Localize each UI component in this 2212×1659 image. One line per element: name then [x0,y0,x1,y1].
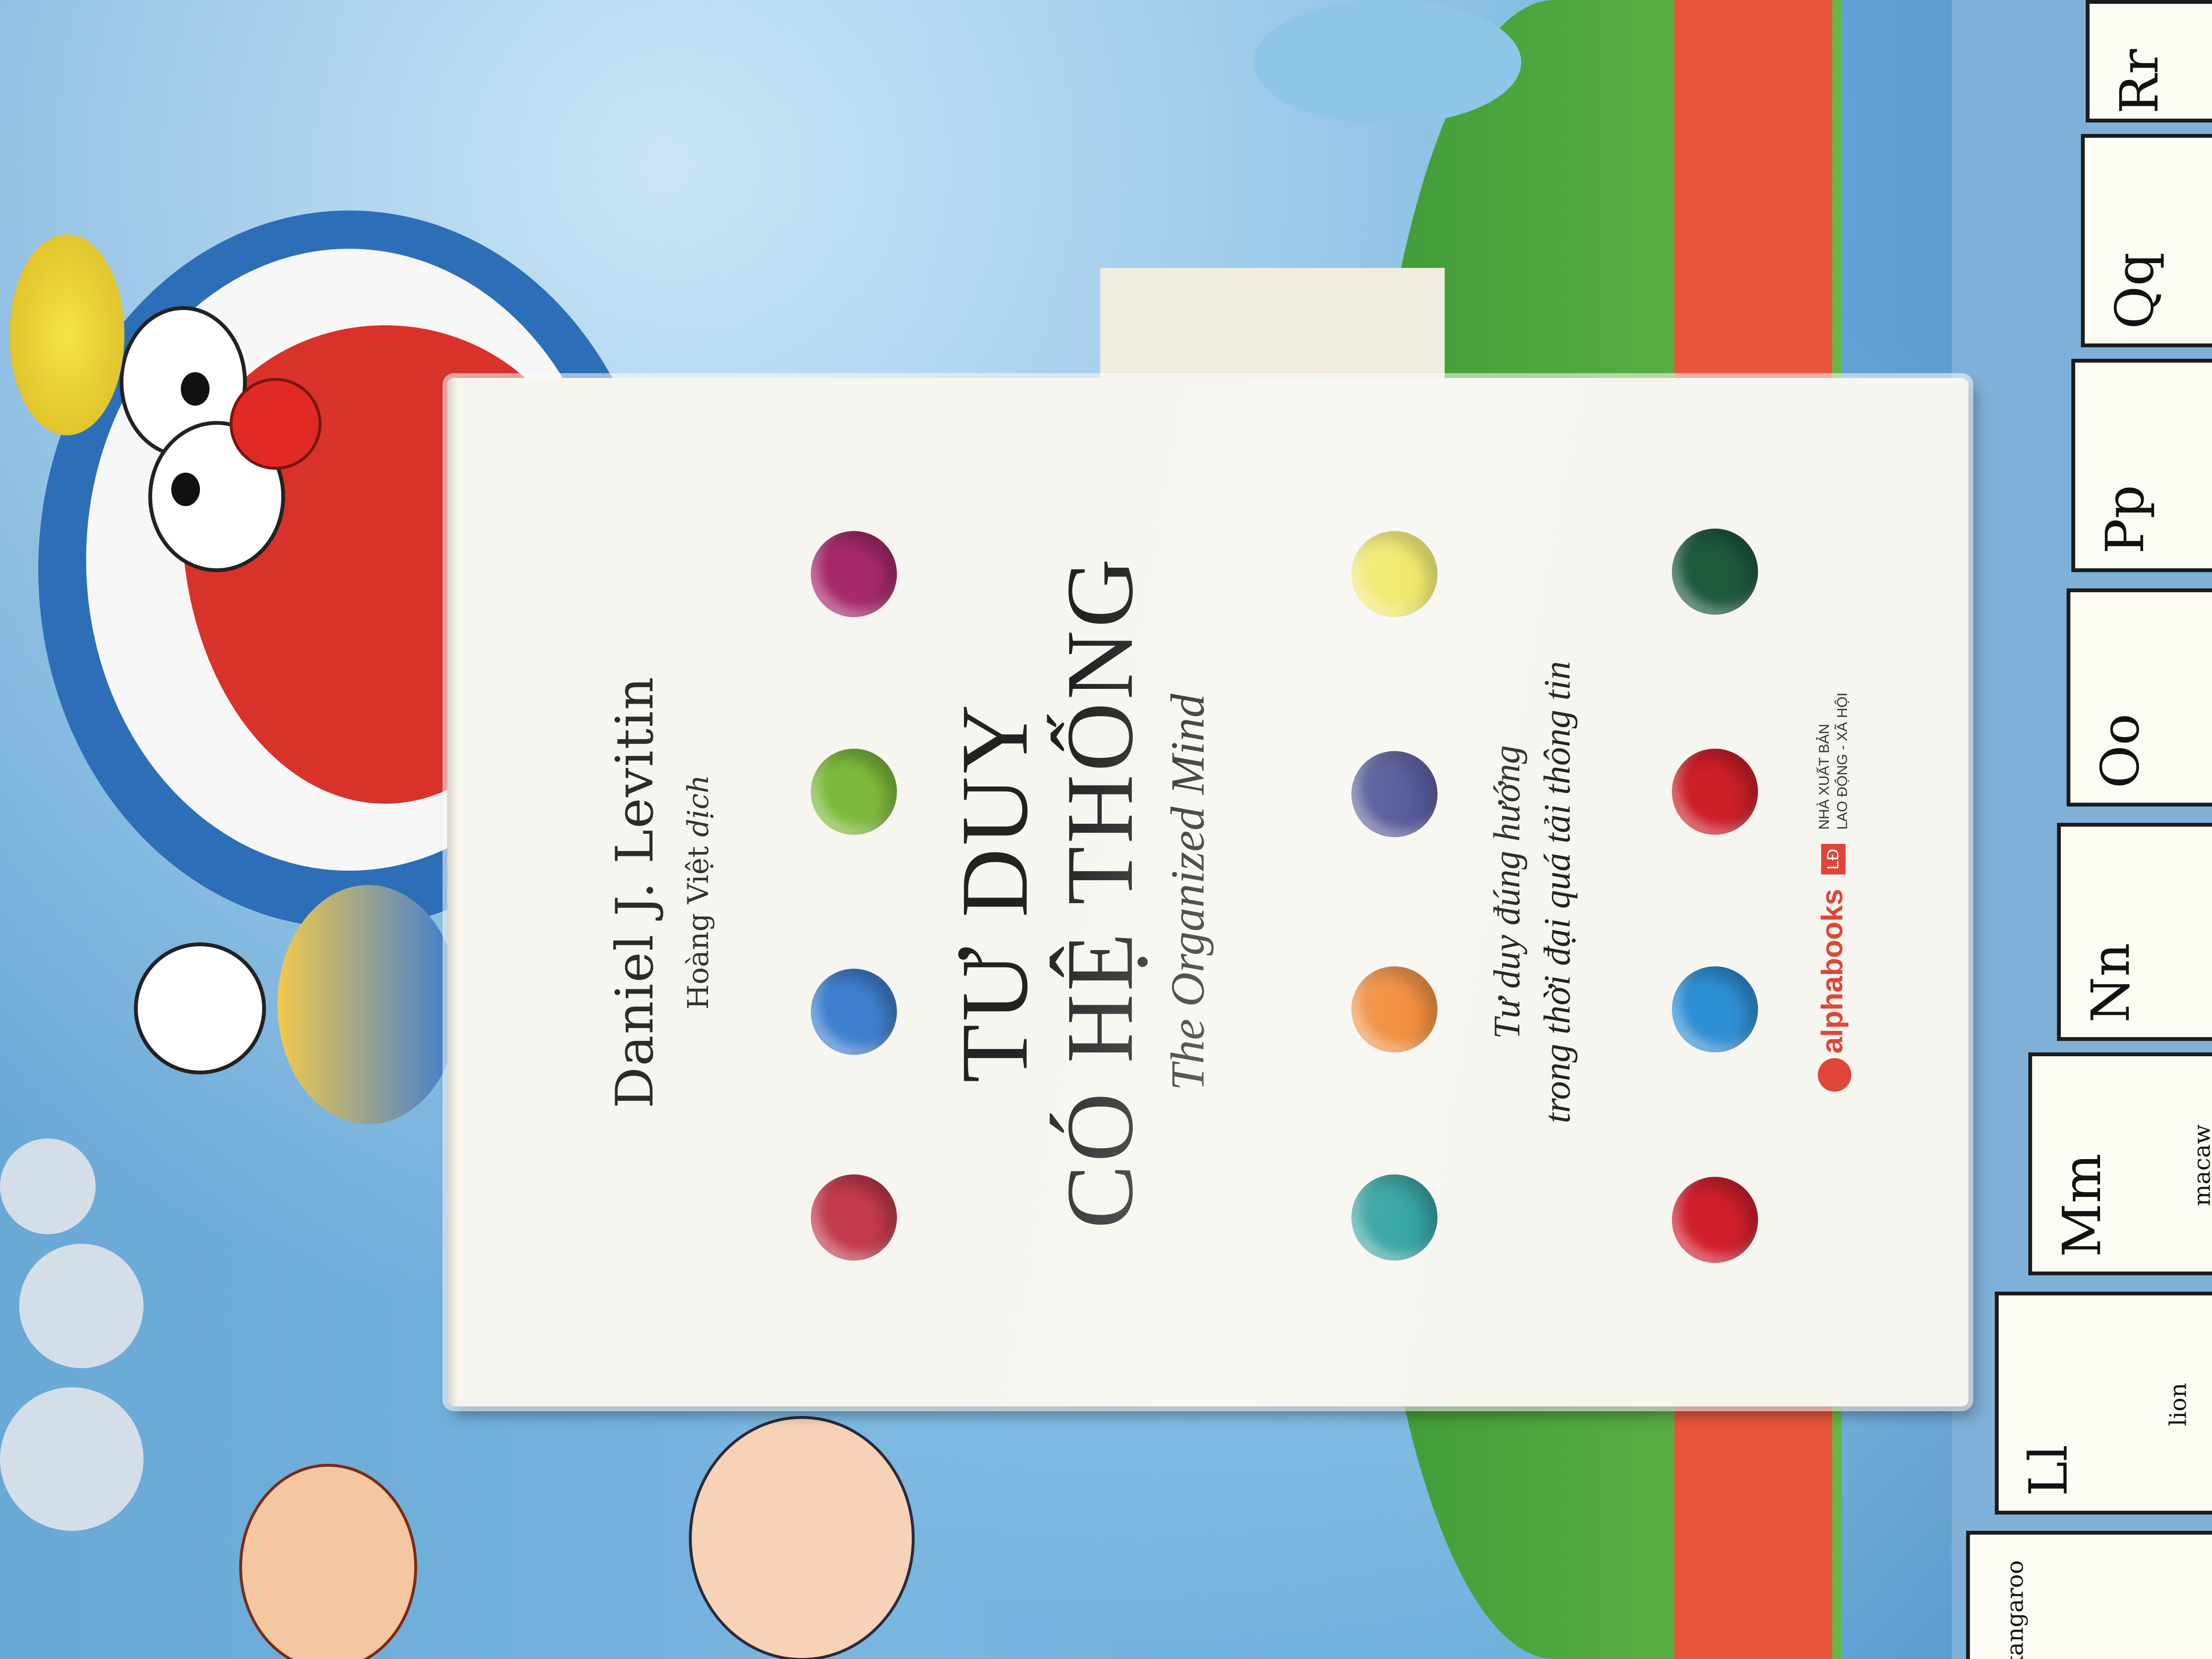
card-letter: Rr [2109,49,2170,114]
color-dot [811,1174,897,1261]
color-dot [811,969,897,1055]
color-dot [1672,1177,1758,1263]
color-dot [1351,1174,1438,1261]
cover-content: Daniel J. Levitin Hoàng Việt dịch TƯ DUY… [447,378,1969,1406]
cloud [0,1139,96,1234]
color-dot [1351,531,1438,617]
card-letter: Nn [2080,942,2141,1023]
card-word: lion [2165,1382,2192,1427]
cartoon-girl [239,1464,417,1659]
alphabet-card: Rr [2086,0,2212,122]
book-title-line-2: CÓ HỆ THỐNG [1047,555,1153,1229]
alphabooks-logo-icon [1817,1058,1851,1092]
photo-scene: Rr Qq Pp Oo Nn Mm macaw Ll lion kangaroo D… [0,0,2212,1659]
publisher-line-1: NHÀ XUẤT BẢN [1816,724,1832,830]
publisher-logo: alphabooks [1815,889,1851,1092]
card-word: kangaroo [2002,1560,2029,1659]
tree-crown [1253,0,1521,124]
cartoon-robot-nose [230,378,321,470]
cloud [0,1387,144,1531]
book-title-line-1: TƯ DUY [942,701,1048,1083]
color-dot [1351,751,1438,837]
alphabet-card: Oo [2067,588,2212,807]
color-dot [1672,749,1758,835]
cartoon-boy [689,1416,915,1659]
card-letter: Pp [2094,485,2156,554]
cartoon-body [277,885,459,1124]
alphabet-card: Pp [2071,359,2212,572]
alphabet-card: Mm macaw [2028,1052,2212,1275]
color-dot [811,531,897,617]
alphabet-card: Qq [2081,134,2212,347]
card-letter: Oo [2090,713,2151,788]
color-dot [1351,966,1438,1052]
color-dot [1672,966,1758,1052]
alphabet-card: Ll lion [1995,1292,2212,1515]
color-dot [1672,529,1758,615]
cartoon-hand [134,942,266,1074]
translator-role: dịch [682,774,715,837]
tagline-line-1: Tư duy đúng hướng [1486,745,1527,1040]
house [1100,268,1445,383]
card-word: macaw [2189,1124,2212,1206]
publisher-block: alphabooks LĐ NHÀ XUẤT BẢN LAO ĐỘNG - XÃ … [1815,378,1851,1406]
author-name: Daniel J. Levitin [605,675,665,1109]
tagline-line-2: trong thời đại quá tải thông tin [1536,661,1578,1124]
publisher-line-2: LAO ĐỘNG - XÃ HỘI [1834,692,1850,830]
alphabet-card: kangaroo [1966,1531,2212,1659]
card-letter: Ll [2018,1444,2079,1496]
book-cover: Daniel J. Levitin Hoàng Việt dịch TƯ DUY… [447,378,1969,1406]
translator-credit: Hoàng Việt dịch [682,378,715,1406]
publisher-name: NHÀ XUẤT BẢN LAO ĐỘNG - XÃ HỘI [1815,693,1851,830]
publisher-logo-text: alphabooks [1816,888,1849,1054]
book-subtitle-english: The Organized Mind [1161,694,1214,1091]
cloud [19,1244,144,1368]
translator-name: Hoàng Việt [682,846,715,1010]
cartoon-propeller [10,234,124,435]
alphabet-card: Nn [2057,823,2212,1041]
color-dot [811,749,897,835]
card-letter: Mm [2051,1153,2112,1257]
publisher-badge: LĐ [1821,844,1846,874]
card-letter: Qq [2104,252,2165,329]
